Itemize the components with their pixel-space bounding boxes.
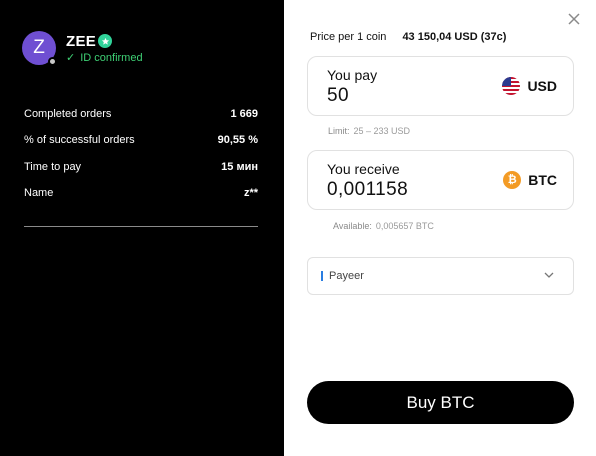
buy-btc-button[interactable]: Buy BTC	[307, 381, 574, 424]
stat-label: Name	[24, 186, 54, 199]
limit-value: 25 – 233 USD	[353, 126, 411, 136]
pay-amount-box[interactable]: You pay 50 USD	[307, 56, 574, 116]
stat-row-time-to-pay: Time to pay 15 мин	[24, 161, 258, 187]
price-value: 43 150,04 USD (37c)	[402, 31, 507, 43]
seller-panel: Z ZEE ✓ ID confirmed Completed orders 1 …	[0, 0, 284, 456]
receive-label: You receive	[327, 161, 400, 177]
stat-label: Completed orders	[24, 108, 112, 120]
stat-label: % of successful orders	[24, 134, 135, 147]
stat-value: 15 мин	[221, 160, 258, 173]
chevron-down-icon	[544, 272, 554, 278]
payment-method-marker	[321, 271, 323, 281]
pay-currency: USD	[502, 77, 557, 95]
price-per-coin: Price per 1 coin 43 150,04 USD (37c)	[310, 31, 506, 43]
receive-currency: ₿ BTC	[503, 171, 557, 189]
receive-currency-code: BTC	[528, 172, 557, 188]
receive-amount-box[interactable]: You receive 0,001158 ₿ BTC	[307, 150, 574, 210]
avatar-letter: Z	[33, 37, 45, 58]
us-flag-icon	[502, 77, 521, 95]
pay-currency-code: USD	[527, 78, 557, 94]
seller-stats: Completed orders 1 669 % of successful o…	[24, 108, 258, 213]
price-label: Price per 1 coin	[310, 31, 387, 43]
available-label: Available:	[333, 221, 372, 231]
available-value: 0,005657 BTC	[375, 221, 434, 231]
verified-badge-icon	[98, 34, 112, 48]
available-hint: Available: 0,005657 BTC	[333, 221, 434, 231]
limit-hint: Limit: 25 – 233 USD	[328, 126, 410, 136]
stat-row-name: Name z**	[24, 187, 258, 213]
check-icon: ✓	[66, 52, 76, 64]
stat-value: z**	[243, 186, 258, 199]
payment-method-select[interactable]: Payeer	[307, 257, 574, 295]
stat-label: Time to pay	[24, 160, 82, 173]
stat-value: 90,55 %	[217, 134, 258, 147]
bitcoin-icon: ₿	[503, 171, 522, 189]
pay-amount-input[interactable]: 50	[327, 85, 349, 107]
limit-label: Limit:	[328, 126, 350, 136]
status-dot	[48, 57, 57, 66]
receive-amount-input[interactable]: 0,001158	[327, 179, 408, 201]
payment-method-value: Payeer	[329, 270, 364, 282]
id-confirmed-label: ID confirmed	[80, 51, 143, 64]
id-confirmed: ✓ ID confirmed	[66, 51, 143, 65]
close-icon[interactable]	[567, 12, 581, 26]
stat-value: 1 669	[230, 108, 258, 120]
stat-row-success-rate: % of successful orders 90,55 %	[24, 134, 258, 160]
pay-label: You pay	[327, 67, 378, 83]
stat-row-completed-orders: Completed orders 1 669	[24, 108, 258, 134]
divider	[24, 226, 258, 227]
seller-name: ZEE	[66, 33, 97, 50]
